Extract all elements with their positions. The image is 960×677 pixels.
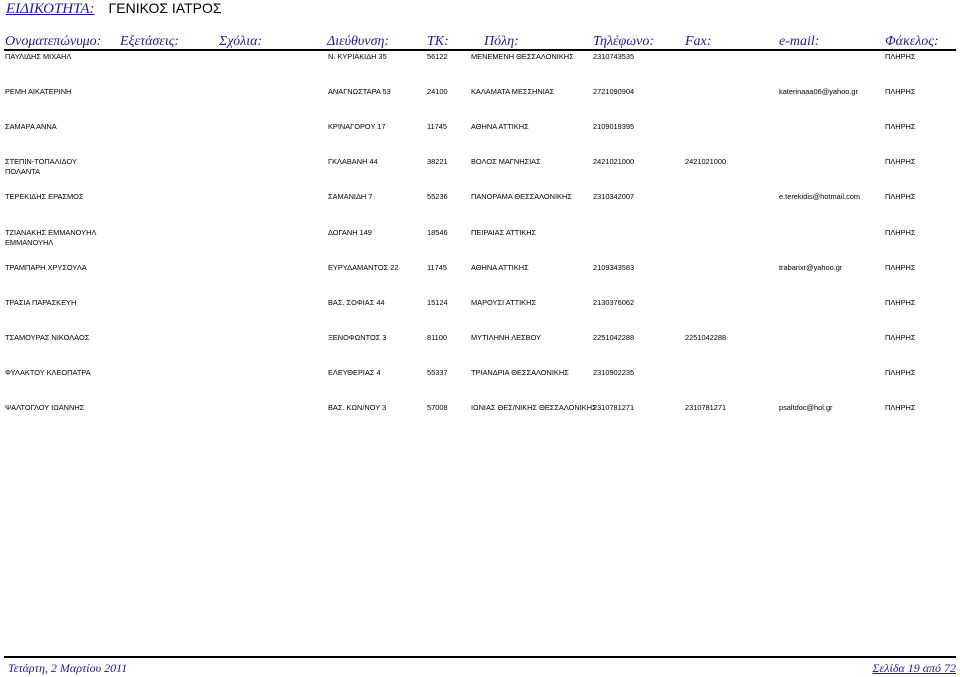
cell-address: ΚΡΙΝΑΓΟΡΟΥ 17 xyxy=(328,122,386,132)
cell-name: ΣΤΕΠΙΝ-ΤΟΠΑΛΙΔΟΥ ΠΟΛΑΝΤΑ xyxy=(5,157,77,177)
cell-city: ΚΑΛΑΜΑΤΑ ΜΕΣΣΗΝΙΑΣ xyxy=(471,87,555,97)
cell-folder: ΠΛΗΡΗΣ xyxy=(885,192,916,202)
cell-address: ΣΑΜΑΝΙΔΗ 7 xyxy=(328,192,373,202)
cell-name: ΤΖΙΑΝΑΚΗΣ ΕΜΜΑΝΟΥΗΛ ΕΜΜΑΝΟΥΗΛ xyxy=(5,227,96,247)
cell-tk: 11745 xyxy=(427,122,448,132)
column-header-name: Ονοματεπώνυμο: xyxy=(5,34,102,49)
header-divider xyxy=(4,49,956,51)
cell-folder: ΠΛΗΡΗΣ xyxy=(885,403,916,412)
footer-divider xyxy=(4,656,956,658)
cell-tk: 56122 xyxy=(427,52,448,61)
column-header-fax: Fax: xyxy=(685,34,712,49)
cell-address: ΒΑΣ. ΚΩΝ/ΝΟΥ 3 xyxy=(328,403,387,412)
cell-folder: ΠΛΗΡΗΣ xyxy=(885,122,916,132)
cell-phone: 2310743535 xyxy=(593,52,635,61)
cell-name: ΤΕΡΕΚΙΔΗΣ ΕΡΑΣΜΟΣ xyxy=(5,192,84,202)
cell-city: ΠΑΝΟΡΑΜΑ ΘΕΣΣΑΛΟΝΙΚΗΣ xyxy=(471,192,572,202)
column-header-address: Διεύθυνση: xyxy=(327,34,390,49)
footer-date: Τετάρτη, 2 Μαρτίου 2011 xyxy=(8,661,128,675)
cell-address: ΞΕΝΟΦΩΝΤΟΣ 3 xyxy=(328,332,387,342)
cell-name: ΤΡΑΣΙΑ ΠΑΡΑΣΚΕΥΗ xyxy=(5,297,77,307)
cell-name: ΤΡΑΜΠΑΡΗ ΧΡΥΣΟΥΛΑ xyxy=(5,262,87,272)
cell-city: ΙΩΝΙΑΣ ΘΕΣ/ΝΙΚΗΣ ΘΕΣΣΑΛΟΝΙΚΗΣ xyxy=(471,403,597,412)
cell-address: ΕΛΕΥΘΕΡΙΑΣ 4 xyxy=(328,367,381,377)
cell-tk: 24100 xyxy=(427,87,448,97)
column-header-folder: Φάκελος: xyxy=(885,34,939,49)
column-header-tk: ΤΚ: xyxy=(427,34,449,49)
cell-city: ΠΕΙΡΑΙΑΣ ΑΤΤΙΚΗΣ xyxy=(471,227,537,237)
cell-phone: 2721090904 xyxy=(593,87,635,97)
cell-fax: 2421021000 xyxy=(685,157,727,167)
cell-email: e.terekidis@hotmail.com xyxy=(779,192,861,202)
column-header-city: Πόλη: xyxy=(484,34,519,49)
cell-folder: ΠΛΗΡΗΣ xyxy=(885,297,916,307)
cell-address: ΒΑΣ. ΣΟΦΙΑΣ 44 xyxy=(328,297,385,307)
column-header-comments: Σχόλια: xyxy=(219,34,263,49)
cell-tk: 81100 xyxy=(427,332,448,342)
cell-name: ΤΣΑΜΟΥΡΑΣ ΝΙΚΟΛΑΟΣ xyxy=(5,332,90,342)
cell-name: ΠΑΥΛΙΔΗΣ ΜΙΧΑΗΛ xyxy=(5,52,72,61)
cell-address: ΔΟΓΑΝΗ 149 xyxy=(328,227,372,237)
cell-phone: 2109019395 xyxy=(593,122,635,132)
cell-city: ΜΑΡΟΥΣΙ ΑΤΤΙΚΗΣ xyxy=(471,297,537,307)
cell-city: ΑΘΗΝΑ ΑΤΤΙΚΗΣ xyxy=(471,122,529,132)
cell-tk: 55236 xyxy=(427,192,448,202)
specialty-title: ΕΙΔΙΚΟΤΗΤΑ: ΓΕΝΙΚΟΣ ΙΑΤΡΟΣ xyxy=(6,0,222,20)
cell-folder: ΠΛΗΡΗΣ xyxy=(885,52,916,61)
column-header-phone: Τηλέφωνο: xyxy=(593,34,655,49)
cell-tk: 18546 xyxy=(427,227,448,237)
cell-email: katerinaaa06@yahoo.gr xyxy=(779,87,858,97)
cell-folder: ΠΛΗΡΗΣ xyxy=(885,157,916,167)
cell-folder: ΠΛΗΡΗΣ xyxy=(885,262,916,272)
column-header-exams: Εξετάσεις: xyxy=(120,34,180,49)
cell-city: ΒΟΛΟΣ ΜΑΓΝΗΣΙΑΣ xyxy=(471,157,541,167)
cell-folder: ΠΛΗΡΗΣ xyxy=(885,227,916,237)
cell-tk: 55337 xyxy=(427,367,448,377)
cell-city: ΑΘΗΝΑ ΑΤΤΙΚΗΣ xyxy=(471,262,529,272)
cell-city: ΤΡΙΑΝΔΡΙΑ ΘΕΣΣΑΛΟΝΙΚΗΣ xyxy=(471,367,569,377)
cell-phone: 2251042288 xyxy=(593,332,635,342)
cell-address: ΕΥΡΥΔΑΜΑΝΤΟΣ 22 xyxy=(328,262,399,272)
cell-phone: 2130376062 xyxy=(593,297,635,307)
cell-phone: 2421021000 xyxy=(593,157,635,167)
cell-phone: 2310781271 xyxy=(593,403,635,412)
cell-folder: ΠΛΗΡΗΣ xyxy=(885,367,916,377)
cell-address: ΑΝΑΓΝΩΣΤΑΡΑ 53 xyxy=(328,87,391,97)
cell-tk: 11745 xyxy=(427,262,448,272)
cell-email: trabarixr@yahoo.gr xyxy=(779,262,843,272)
cell-name: ΣΑΜΑΡΑ ΑΝΝΑ xyxy=(5,122,57,132)
specialty-label: ΕΙΔΙΚΟΤΗΤΑ: xyxy=(6,1,95,17)
column-header-email: e-mail: xyxy=(779,34,820,49)
cell-fax: 2310781271 xyxy=(685,403,727,412)
cell-folder: ΠΛΗΡΗΣ xyxy=(885,332,916,342)
footer-page-number: Σελίδα 19 από 72 xyxy=(872,661,956,675)
cell-name: ΡΕΜΗ ΑΙΚΑΤΕΡΙΝΗ xyxy=(5,87,72,97)
cell-phone: 2310342007 xyxy=(593,192,635,202)
specialty-value: ΓΕΝΙΚΟΣ ΙΑΤΡΟΣ xyxy=(108,0,222,16)
cell-city: ΜΕΝΕΜΕΝΗ ΘΕΣΣΑΛΟΝΙΚΗΣ xyxy=(471,52,574,61)
cell-phone: 2109343583 xyxy=(593,262,635,272)
cell-tk: 38221 xyxy=(427,157,448,167)
cell-phone: 2310902235 xyxy=(593,367,635,377)
cell-email: psaltdoc@hol.gr xyxy=(779,403,833,412)
cell-tk: 57008 xyxy=(427,403,448,412)
cell-address: ΓΚΛΑΒΑΝΗ 44 xyxy=(328,157,378,167)
cell-name: ΨΑΛΤΟΓΛΟΥ ΙΩΑΝΝΗΣ xyxy=(5,403,85,412)
cell-fax: 2251042288 xyxy=(685,332,727,342)
cell-folder: ΠΛΗΡΗΣ xyxy=(885,87,916,97)
cell-address: Ν. ΚΥΡΙΑΚΙΔΗ 35 xyxy=(328,52,387,61)
cell-city: ΜΥΤΙΛΗΝΗ ΛΕΣΒΟΥ xyxy=(471,332,542,342)
cell-name: ΦΥΛΑΚΤΟΥ ΚΛΕΟΠΑΤΡΑ xyxy=(5,367,91,377)
cell-tk: 15124 xyxy=(427,297,448,307)
